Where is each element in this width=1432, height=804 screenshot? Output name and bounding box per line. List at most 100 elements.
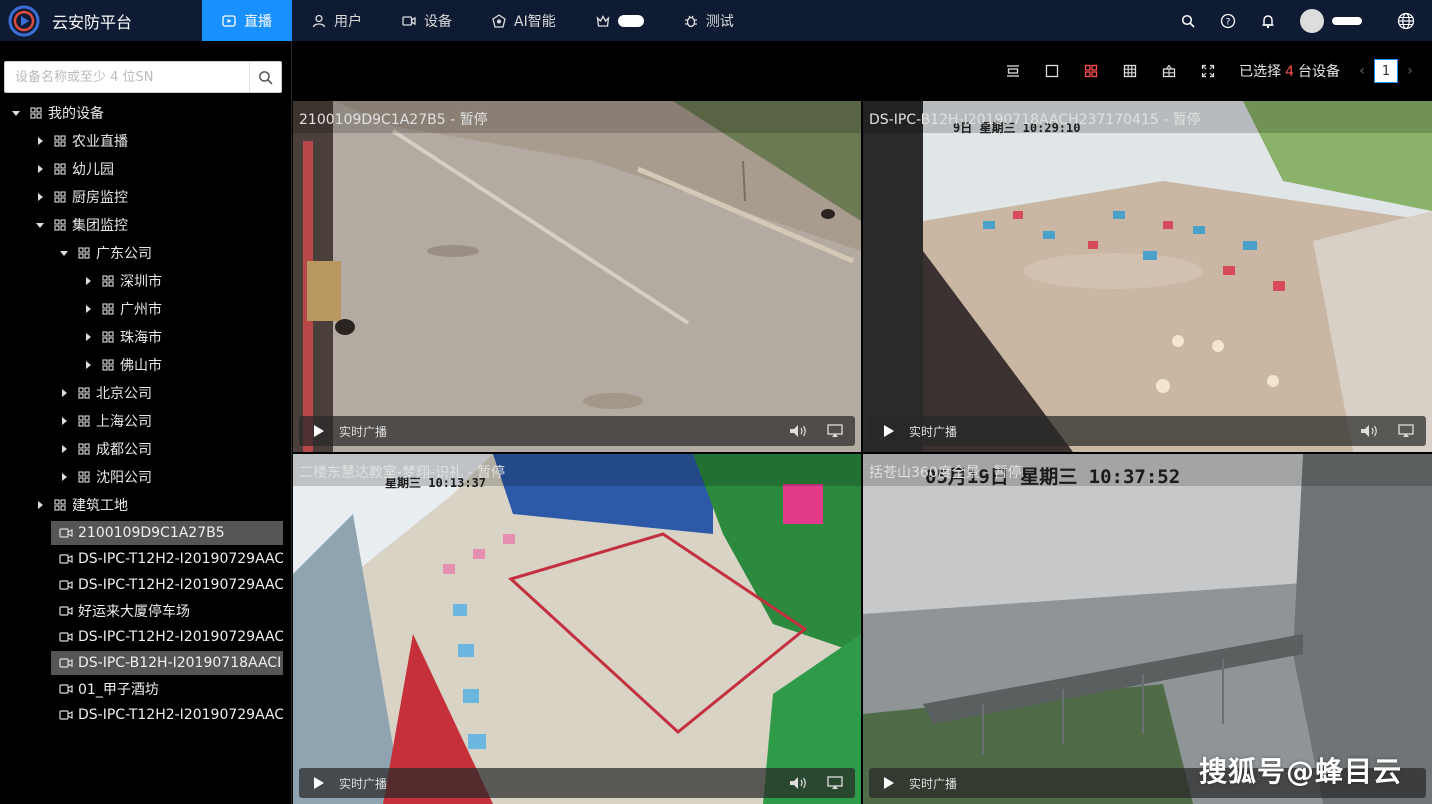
fullscreen-icon[interactable]: [1188, 56, 1227, 86]
layout-custom-icon[interactable]: [1149, 56, 1188, 86]
tree-node-group[interactable]: 厨房监控: [0, 183, 292, 211]
live-broadcast-label[interactable]: 实时广播: [339, 423, 387, 440]
layout-quad-icon[interactable]: [1071, 56, 1110, 86]
tree-node-label: 广州市: [120, 302, 162, 318]
caret-right-icon[interactable]: [34, 499, 46, 511]
tree-node-group[interactable]: 集团监控: [0, 211, 292, 239]
nav-item-users[interactable]: 用户: [292, 0, 382, 41]
caret-right-icon[interactable]: [82, 275, 94, 287]
device-name: 2100109D9C1A27B5: [78, 525, 225, 541]
tree-node-group[interactable]: 农业直播: [0, 127, 292, 155]
caret-right-icon[interactable]: [34, 135, 46, 147]
tree-node-label: 建筑工地: [72, 498, 128, 514]
tree-node-city[interactable]: 佛山市: [0, 351, 292, 379]
device-list-item[interactable]: DS-IPC-B12H-I20190718AACI: [51, 651, 283, 675]
device-list-item[interactable]: DS-IPC-T12H2-I20190729AAC: [51, 573, 283, 597]
search-icon[interactable]: [1168, 0, 1208, 41]
video-pane[interactable]: 2100109D9C1A27B5 - 暂停 实时广播: [293, 101, 861, 452]
device-list-item[interactable]: 01_甲子酒坊: [51, 677, 283, 701]
tree-node-subgroup[interactable]: 广东公司: [0, 239, 292, 267]
device-list-item[interactable]: 好运来大厦停车场: [51, 599, 283, 623]
caret-down-icon[interactable]: [10, 107, 22, 119]
nav-item-ai[interactable]: AI智能: [472, 0, 576, 41]
video-pane[interactable]: 05月19日 星期三 10:37:52 括苍山360度全景 - 暂停 实时广播 …: [863, 454, 1432, 804]
cast-screen-icon[interactable]: [815, 424, 855, 438]
tree-node-city[interactable]: 广州市: [0, 295, 292, 323]
pane-title: 括苍山360度全景 - 暂停: [863, 454, 1432, 486]
help-icon[interactable]: ?: [1208, 0, 1248, 41]
video-pane[interactable]: 9日 星期三 10:29:10 DS-IPC-B12H-I20190718AAC…: [863, 101, 1432, 452]
app-title: 云安防平台: [52, 12, 133, 32]
caret-right-icon[interactable]: [34, 191, 46, 203]
nav-item-test[interactable]: 测试: [664, 0, 754, 41]
bell-icon[interactable]: [1248, 0, 1288, 41]
play-icon[interactable]: [299, 424, 339, 438]
globe-language-icon[interactable]: [1386, 0, 1426, 41]
caret-right-icon[interactable]: [82, 359, 94, 371]
live-broadcast-label[interactable]: 实时广播: [909, 775, 957, 792]
layout-single-icon[interactable]: [1032, 56, 1071, 86]
play-icon[interactable]: [299, 776, 339, 790]
play-icon[interactable]: [869, 424, 909, 438]
caret-right-icon[interactable]: [82, 303, 94, 315]
group-grid-icon: [102, 303, 114, 315]
group-grid-icon: [102, 275, 114, 287]
nav-item-redacted[interactable]: [576, 0, 664, 41]
camera-icon: [59, 631, 73, 643]
caret-right-icon[interactable]: [58, 387, 70, 399]
search-button[interactable]: [249, 62, 281, 92]
selected-device-count: 已选择 4 台设备: [1239, 61, 1340, 81]
device-list-item[interactable]: 2100109D9C1A27B5: [51, 521, 283, 545]
nav-item-label: AI智能: [514, 13, 556, 30]
tree-node-city[interactable]: 深圳市: [0, 267, 292, 295]
tree-node-label: 农业直播: [72, 134, 128, 150]
group-grid-icon: [54, 191, 66, 203]
layout-list-icon[interactable]: [993, 56, 1032, 86]
video-frame-cafeteria: [863, 101, 1432, 452]
avatar[interactable]: [1300, 8, 1324, 33]
tree-node-label: 珠海市: [120, 330, 162, 346]
chevron-left-icon[interactable]: ‹: [1354, 63, 1370, 79]
group-grid-icon: [54, 219, 66, 231]
volume-icon[interactable]: [1354, 424, 1386, 438]
group-grid-icon: [102, 359, 114, 371]
caret-down-icon[interactable]: [34, 219, 46, 231]
caret-right-icon[interactable]: [58, 415, 70, 427]
play-icon[interactable]: [869, 776, 909, 790]
tree-node-company[interactable]: 上海公司: [0, 407, 292, 435]
nav-item-live[interactable]: 直播: [202, 0, 292, 41]
device-list-item[interactable]: DS-IPC-T12H2-I20190729AAC: [51, 703, 283, 727]
tree-node-group[interactable]: 建筑工地: [0, 491, 292, 519]
caret-down-icon[interactable]: [58, 247, 70, 259]
live-broadcast-label[interactable]: 实时广播: [909, 423, 957, 440]
tree-node-group[interactable]: 幼儿园: [0, 155, 292, 183]
video-frame-classroom: [293, 454, 861, 804]
tree-node-company[interactable]: 北京公司: [0, 379, 292, 407]
caret-right-icon[interactable]: [58, 443, 70, 455]
chevron-right-icon[interactable]: ›: [1402, 63, 1418, 79]
cast-screen-icon[interactable]: [1386, 424, 1426, 438]
video-pane[interactable]: 星期三 10:13:37 二楼东慧达教室-梦翔-识礼 - 暂停 实时广播: [293, 454, 861, 804]
nav-item-devices[interactable]: 设备: [382, 0, 472, 41]
nav-item-label: 设备: [424, 13, 452, 30]
layout-nine-grid-icon[interactable]: [1110, 56, 1149, 86]
device-list-item[interactable]: DS-IPC-T12H2-I20190729AAC: [51, 547, 283, 571]
caret-right-icon[interactable]: [82, 331, 94, 343]
device-list-item[interactable]: DS-IPC-T12H2-I20190729AAC: [51, 625, 283, 649]
tree-node-company[interactable]: 成都公司: [0, 435, 292, 463]
tree-node-root[interactable]: 我的设备: [0, 99, 292, 127]
caret-right-icon[interactable]: [58, 471, 70, 483]
tree-node-city[interactable]: 珠海市: [0, 323, 292, 351]
volume-icon[interactable]: [783, 776, 815, 790]
tree-node-company[interactable]: 沈阳公司: [0, 463, 292, 491]
device-search-input[interactable]: [5, 62, 249, 92]
page-number[interactable]: 1: [1374, 59, 1398, 83]
tree-node-label: 幼儿园: [72, 162, 114, 178]
live-broadcast-label[interactable]: 实时广播: [339, 775, 387, 792]
cast-screen-icon[interactable]: [815, 776, 855, 790]
group-grid-icon: [78, 247, 90, 259]
username-redacted-blob[interactable]: [1332, 16, 1362, 25]
caret-right-icon[interactable]: [34, 163, 46, 175]
device-search-box: [4, 61, 282, 93]
volume-icon[interactable]: [783, 424, 815, 438]
